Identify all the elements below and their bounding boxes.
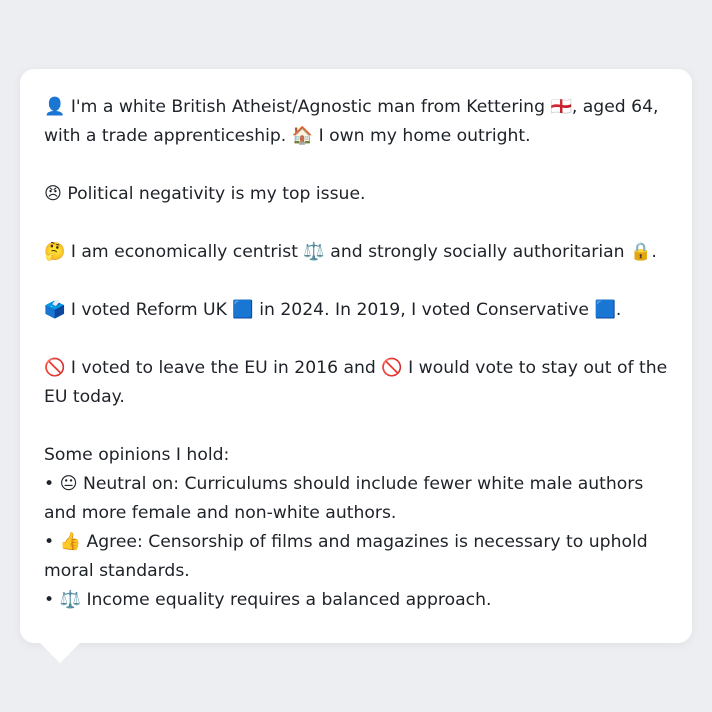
ideology-paragraph: 🤔 I am economically centrist ⚖️ and stro… bbox=[44, 242, 657, 262]
bubble-tail bbox=[40, 643, 80, 663]
opinion-item: • ⚖️ Income equality requires a balanced… bbox=[44, 590, 492, 610]
opinion-item: • 👍 Agree: Censorship of films and magaz… bbox=[44, 532, 648, 581]
identity-paragraph: 👤 I'm a white British Atheist/Agnostic m… bbox=[44, 97, 659, 146]
votes-paragraph: 🗳️ I voted Reform UK 🟦 in 2024. In 2019,… bbox=[44, 300, 622, 320]
opinions-heading: Some opinions I hold: bbox=[44, 445, 230, 465]
opinions-section: Some opinions I hold: • 😐 Neutral on: Cu… bbox=[44, 441, 668, 615]
opinion-item: • 😐 Neutral on: Curriculums should inclu… bbox=[44, 474, 644, 523]
message-bubble: 👤 I'm a white British Atheist/Agnostic m… bbox=[20, 69, 692, 643]
top-issue-paragraph: 😠 Political negativity is my top issue. bbox=[44, 184, 366, 204]
eu-paragraph: 🚫 I voted to leave the EU in 2016 and 🚫 … bbox=[44, 358, 668, 407]
